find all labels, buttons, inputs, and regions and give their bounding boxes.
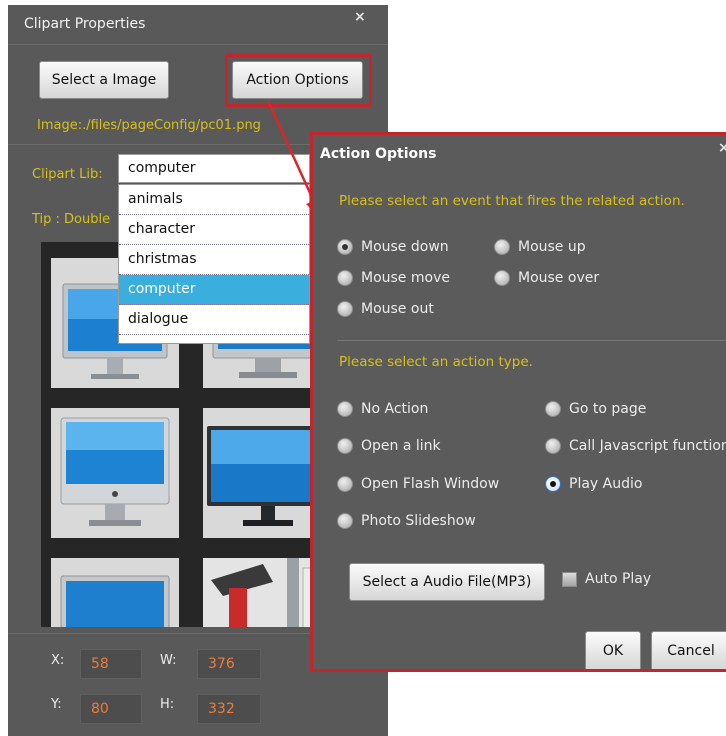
y-label: Y: [51,697,62,712]
action-open-flash-window-radio[interactable]: Open Flash Window [337,476,499,492]
action-play-audio-radio[interactable]: Play Audio [545,476,642,492]
y-input[interactable]: 80 [80,694,142,724]
radio-label: No Action [361,401,429,417]
select-audio-file-button[interactable]: Select a Audio File(MP3) [349,563,545,601]
cancel-button[interactable]: Cancel [651,631,726,669]
clipart-thumb-imac[interactable] [51,408,179,538]
image-path: Image:./files/pageConfig/pc01.png [37,118,261,133]
lib-option-selected[interactable]: computer [119,275,309,305]
radio-label: Mouse out [361,301,434,317]
lib-option[interactable]: animals [119,185,309,215]
radio-selected-icon [545,476,561,492]
action-call-javascript-radio[interactable]: Call Javascript function [545,438,726,454]
action-options-button[interactable]: Action Options [232,61,363,99]
radio-icon [337,438,353,454]
radio-label: Mouse move [361,270,450,286]
action-photo-slideshow-radio[interactable]: Photo Slideshow [337,513,476,529]
radio-label: Photo Slideshow [361,513,476,529]
lib-option[interactable]: dialogue [119,305,309,335]
auto-play-label: Auto Play [585,571,652,587]
radio-label: Open Flash Window [361,476,500,492]
auto-play-checkbox[interactable]: Auto Play [562,571,651,587]
radio-icon [337,476,353,492]
action-go-to-page-radio[interactable]: Go to page [545,401,646,417]
event-mouse-out-radio[interactable]: Mouse out [337,301,434,317]
checkbox-icon [562,571,577,587]
radio-icon [337,401,353,417]
imac-icon [60,417,170,526]
clipart-lib-dropdown[interactable]: animals character christmas computer dia… [118,184,310,344]
radio-label: Play Audio [569,476,643,492]
action-no-action-radio[interactable]: No Action [337,401,428,417]
radio-label: Mouse over [518,270,600,286]
w-label: W: [160,653,177,668]
h-input[interactable]: 332 [197,694,261,724]
radio-icon [545,401,561,417]
event-mouse-over-radio[interactable]: Mouse over [494,270,599,286]
event-mouse-move-radio[interactable]: Mouse move [337,270,450,286]
radio-label: Go to page [569,401,647,417]
lib-option[interactable]: character [119,215,309,245]
select-image-button[interactable]: Select a Image [39,61,169,99]
action-options-dialog: Action Options × Please select an event … [310,132,726,672]
event-mouse-up-radio[interactable]: Mouse up [494,239,586,255]
radio-label: Mouse down [361,239,449,255]
radio-selected-icon [337,239,353,255]
radio-icon [337,301,353,317]
panel-title: Clipart Properties [24,16,146,32]
radio-icon [494,239,510,255]
dialog-title: Action Options [320,146,437,162]
action-open-link-radio[interactable]: Open a link [337,438,441,454]
w-input[interactable]: 376 [197,649,261,679]
radio-icon [337,513,353,529]
monitor-icon [60,575,170,627]
radio-icon [494,270,510,286]
ok-button[interactable]: OK [585,631,641,669]
radio-label: Mouse up [518,239,586,255]
x-input[interactable]: 58 [80,649,142,679]
x-label: X: [51,653,65,668]
h-label: H: [160,697,175,712]
lib-option[interactable]: christmas [119,245,309,275]
radio-icon [337,270,353,286]
radio-label: Call Javascript function [569,438,726,454]
clipart-lib-label: Clipart Lib: [32,167,103,182]
event-mouse-down-radio[interactable]: Mouse down [337,239,449,255]
clipart-lib-select[interactable]: computer [118,154,310,183]
dialog-close-icon[interactable]: × [718,140,726,156]
radio-icon [545,438,561,454]
dialog-divider [337,340,726,341]
panel-close-icon[interactable]: × [354,9,366,25]
clipart-thumb-monitor-3[interactable] [51,558,179,627]
title-divider [8,44,388,45]
tip-text: Tip : Double [32,212,111,227]
radio-label: Open a link [361,438,441,454]
event-prompt: Please select an event that fires the re… [339,193,685,209]
action-prompt: Please select an action type. [339,354,533,370]
